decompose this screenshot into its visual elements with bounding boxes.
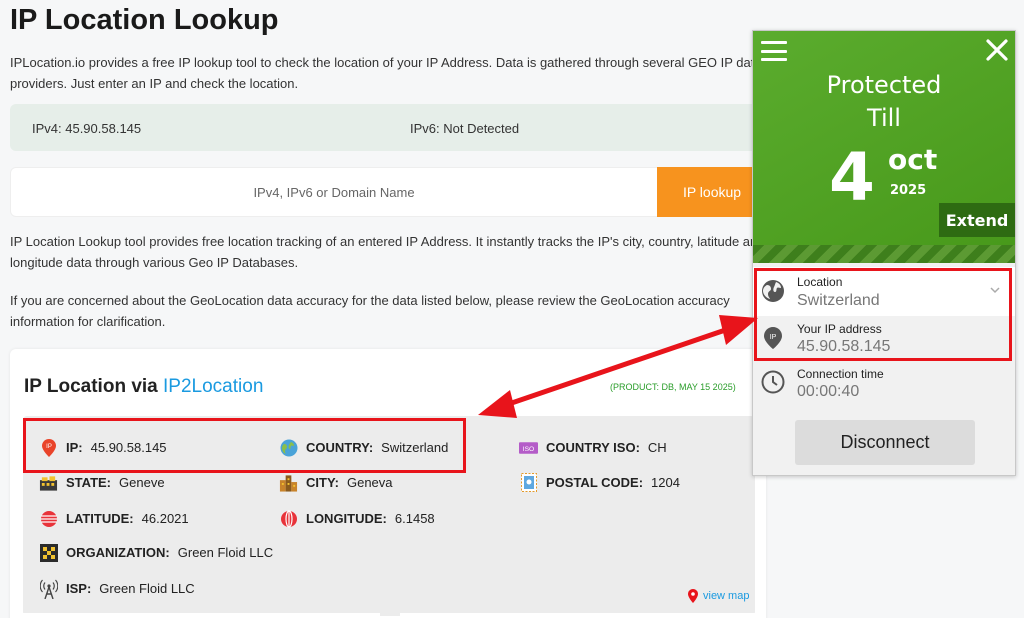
antenna-icon	[39, 579, 58, 599]
accuracy-paragraph: If you are concerned about the GeoLocati…	[10, 293, 730, 329]
city-label: CITY:	[306, 475, 339, 490]
lower-card-right	[400, 613, 766, 618]
vpn-ip-highlight-box	[754, 268, 1012, 361]
connection-time-value: 00:00:40	[797, 383, 860, 400]
intro-text: IPLocation.io provides a free IP lookup …	[10, 55, 762, 91]
postal-code-field: POSTAL CODE: 1204	[519, 473, 680, 492]
expiry-year: 2025	[890, 183, 927, 198]
city-icon	[279, 473, 298, 492]
map-marker-icon	[688, 589, 698, 603]
connection-time-row: Connection time 00:00:40	[753, 362, 1015, 408]
result-card: IP Location via IP2Location (PRODUCT: DB…	[10, 349, 766, 618]
protection-banner: Protected Till 4 oct 2025 Extend	[753, 31, 1015, 263]
latitude-label: LATITUDE:	[66, 511, 134, 526]
city-field: CITY: Geneva	[279, 473, 393, 492]
connection-time-label: Connection time	[797, 367, 884, 381]
lower-card-left	[10, 613, 380, 618]
iso-badge-text: ISO	[523, 445, 534, 452]
latitude-value: 46.2021	[141, 511, 189, 526]
longitude-globe-icon	[279, 509, 298, 528]
clock-icon	[761, 370, 785, 394]
disconnect-button[interactable]: Disconnect	[795, 420, 975, 465]
iso-value: CH	[647, 440, 667, 455]
search-box	[10, 167, 658, 217]
hamburger-menu-icon[interactable]	[761, 41, 787, 61]
organization-icon	[39, 543, 58, 562]
latitude-globe-icon	[39, 509, 58, 528]
isp-field: ISP: Green Floid LLC	[39, 579, 195, 599]
state-value: Geneve	[119, 475, 165, 490]
postal-label: POSTAL CODE:	[546, 475, 644, 490]
vpn-panel: Protected Till 4 oct 2025 Extend Locatio…	[752, 30, 1016, 476]
iso-label: COUNTRY ISO:	[546, 440, 640, 455]
city-value: Geneva	[346, 475, 393, 490]
organization-label: ORGANIZATION:	[66, 545, 170, 560]
state-field: STATE: Geneve	[39, 473, 165, 492]
view-map-label[interactable]: view map	[703, 590, 749, 602]
organization-value: Green Floid LLC	[177, 545, 274, 560]
ip-info-bar: IPv4: 45.90.58.145 IPv6: Not Detected	[10, 104, 770, 151]
view-map-link[interactable]: view map	[688, 589, 749, 603]
longitude-field: LONGITUDE: 6.1458	[279, 509, 435, 528]
longitude-label: LONGITUDE:	[306, 511, 387, 526]
ip-lookup-button[interactable]: IP lookup	[657, 167, 767, 217]
iso-badge-icon: ISO	[519, 438, 538, 457]
ip2location-link[interactable]: IP2Location	[163, 376, 263, 397]
state-buildings-icon	[39, 473, 58, 492]
close-icon[interactable]	[985, 38, 1009, 62]
isp-value: Green Floid LLC	[99, 581, 195, 596]
result-title-prefix: IP Location via	[24, 376, 164, 397]
product-info: (PRODUCT: DB, MAY 15 2025)	[610, 382, 736, 392]
ip-search-input[interactable]	[11, 168, 657, 216]
latitude-field: LATITUDE: 46.2021	[39, 509, 189, 528]
expiry-day: 4	[829, 139, 875, 216]
ipv6-text: IPv6: Not Detected	[410, 121, 520, 136]
isp-label: ISP:	[66, 581, 92, 596]
result-title: IP Location via IP2Location	[24, 376, 263, 398]
extend-button[interactable]: Extend	[939, 203, 1015, 237]
state-label: STATE:	[66, 475, 112, 490]
postal-value: 1204	[651, 475, 680, 490]
till-text: Till	[867, 104, 901, 132]
expiry-month: oct	[888, 143, 938, 176]
country-iso-field: ISO COUNTRY ISO: CH	[519, 438, 667, 457]
postage-stamp-icon	[519, 473, 538, 492]
longitude-value: 6.1458	[394, 511, 435, 526]
ip-highlight-box	[23, 418, 466, 473]
organization-field: ORGANIZATION: Green Floid LLC	[39, 543, 273, 562]
protected-text: Protected	[826, 71, 942, 99]
description-paragraph: IP Location Lookup tool provides free lo…	[10, 234, 765, 270]
ipv4-text: IPv4: 45.90.58.145	[32, 121, 142, 136]
page-title: IP Location Lookup	[10, 4, 279, 36]
banner-stripes	[753, 245, 1015, 263]
